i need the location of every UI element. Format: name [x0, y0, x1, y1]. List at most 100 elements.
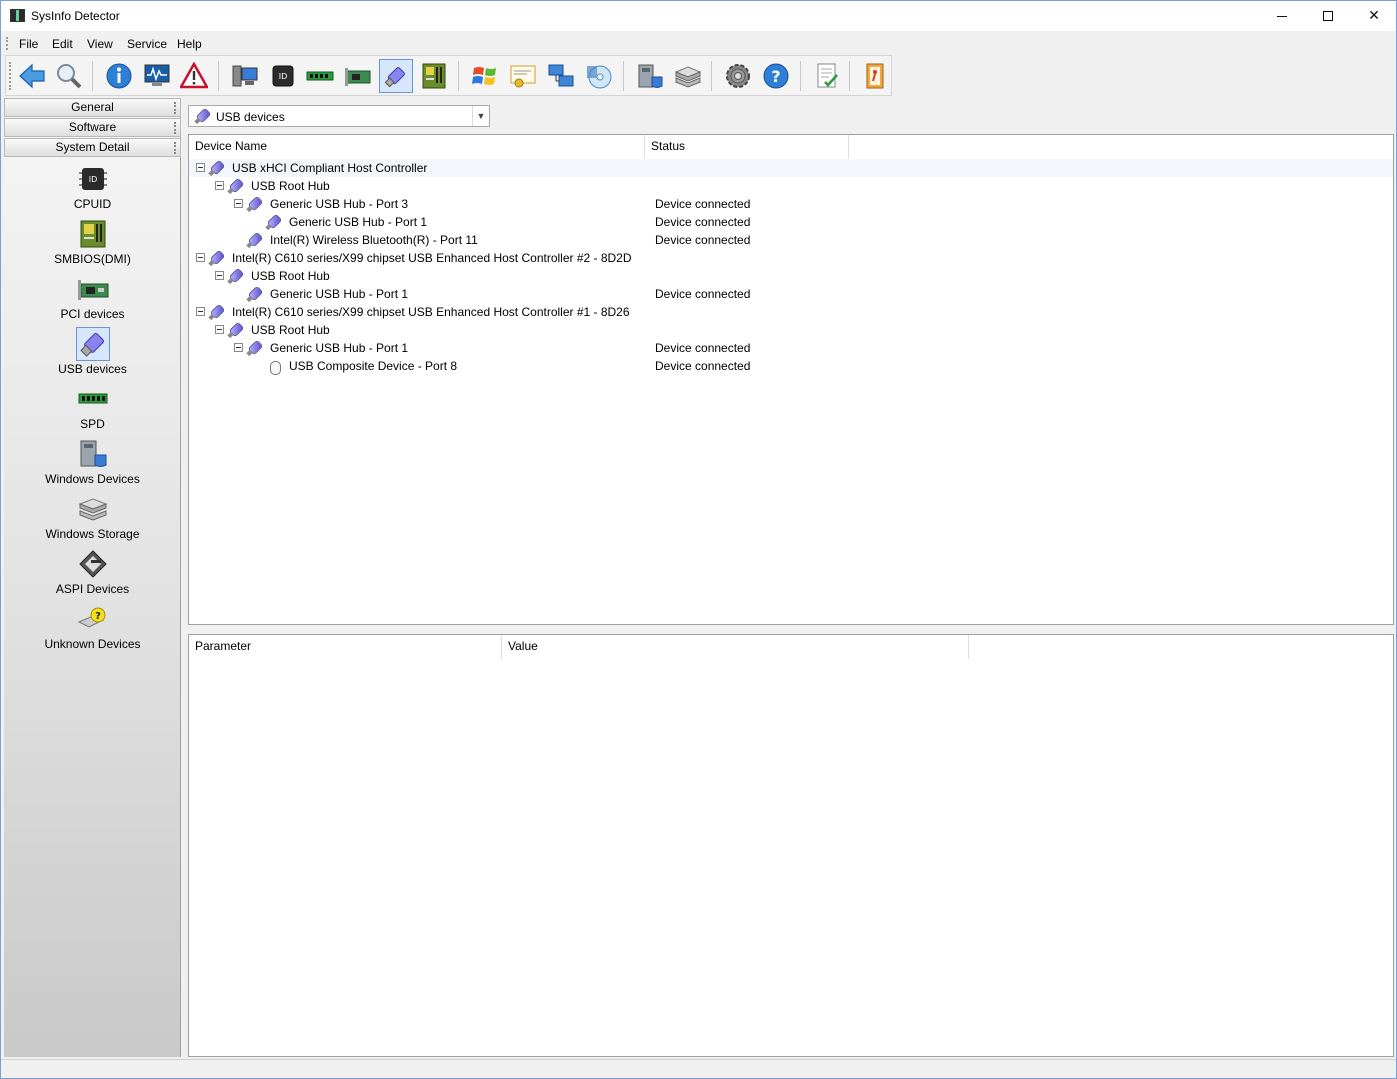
column-header-status[interactable]: Status [645, 135, 849, 159]
motherboard-button[interactable] [417, 59, 451, 93]
menu-view[interactable]: View [87, 37, 113, 51]
column-header-device-name[interactable]: Device Name [189, 135, 645, 159]
collapse-toggle-icon[interactable] [196, 253, 205, 262]
table-row[interactable]: USB Root Hub [189, 321, 1393, 339]
sidebar-item-label: Windows Devices [45, 472, 140, 486]
sidebar-item-label: SPD [80, 417, 105, 431]
device-category-select[interactable]: USB devices ▼ [188, 105, 490, 127]
toolbar-separator [92, 61, 93, 91]
certificate-button[interactable] [506, 59, 540, 93]
device-status: Device connected [655, 359, 751, 373]
sidebar-section-general[interactable]: General [4, 98, 181, 117]
disc-button[interactable] [582, 59, 616, 93]
memory-button[interactable] [303, 59, 337, 93]
info-button[interactable] [102, 59, 136, 93]
monitor-graph-icon [144, 64, 170, 86]
table-row[interactable]: USB Root Hub [189, 267, 1393, 285]
memory-module-icon [306, 71, 334, 81]
maximize-button[interactable] [1305, 1, 1351, 31]
usb-icon [247, 232, 263, 248]
parameter-table: Parameter Value [188, 634, 1394, 1057]
collapse-toggle-icon[interactable] [234, 343, 243, 352]
menu-help[interactable]: Help [177, 37, 202, 51]
device-category-value: USB devices [216, 110, 285, 124]
menu-grip[interactable] [6, 37, 8, 50]
toolbar-separator [711, 61, 712, 91]
monitor-button[interactable] [140, 59, 174, 93]
panel-splitter[interactable] [188, 626, 1394, 632]
device-name: Intel(R) C610 series/X99 chipset USB Enh… [232, 251, 632, 265]
sidebar-item-cpuid[interactable]: ID CPUID [4, 162, 181, 217]
usb-button[interactable] [379, 59, 413, 93]
minimize-button[interactable] [1259, 1, 1305, 31]
column-header-value[interactable]: Value [502, 635, 969, 659]
section-grip [174, 142, 176, 154]
back-arrow-icon [19, 63, 45, 89]
main-window: SysInfo Detector ✕ File Edit View Servic… [0, 0, 1397, 1079]
collapse-toggle-icon[interactable] [215, 181, 224, 190]
windows-devices-button[interactable] [633, 59, 667, 93]
collapse-toggle-icon[interactable] [215, 325, 224, 334]
cpuid-button[interactable]: ID [266, 59, 300, 93]
pci-button[interactable] [341, 59, 375, 93]
sidebar-item-aspi-devices[interactable]: ASPI Devices [4, 547, 181, 602]
table-row[interactable]: Generic USB Hub - Port 1 Device connected [189, 339, 1393, 357]
windows-button[interactable] [468, 59, 502, 93]
table-row[interactable]: USB Root Hub [189, 177, 1393, 195]
network-button[interactable] [544, 59, 578, 93]
magnifier-icon [57, 64, 82, 89]
table-row[interactable]: Intel(R) C610 series/X99 chipset USB Enh… [189, 303, 1393, 321]
search-button[interactable] [52, 59, 86, 93]
menu-edit[interactable]: Edit [52, 37, 73, 51]
sidebar-item-smbios[interactable]: SMBIOS(DMI) [4, 217, 181, 272]
warning-button[interactable] [177, 59, 211, 93]
sidebar-section-system-detail[interactable]: System Detail [4, 138, 181, 157]
table-row[interactable]: Generic USB Hub - Port 1 Device connected [189, 285, 1393, 303]
column-header-parameter[interactable]: Parameter [189, 635, 502, 659]
back-button[interactable] [15, 59, 49, 93]
storage-button[interactable] [671, 59, 705, 93]
chevron-down-icon[interactable]: ▼ [472, 106, 489, 126]
usb-icon [228, 178, 244, 194]
device-name: Generic USB Hub - Port 1 [270, 287, 409, 301]
collapse-toggle-icon[interactable] [196, 307, 205, 316]
device-name: Generic USB Hub - Port 1 [270, 341, 409, 355]
help-button[interactable]: ? [759, 59, 793, 93]
sidebar-item-spd[interactable]: SPD [4, 382, 181, 437]
info-icon [106, 63, 132, 89]
computer-button[interactable] [228, 59, 262, 93]
collapse-toggle-icon[interactable] [196, 163, 205, 172]
device-status: Device connected [655, 341, 751, 355]
settings-button[interactable] [721, 59, 755, 93]
menu-bar: File Edit View Service Help [1, 31, 1396, 55]
table-row[interactable]: Intel(R) Wireless Bluetooth(R) - Port 11… [189, 231, 1393, 249]
unknown-devices-icon: ? [77, 607, 105, 628]
exit-button[interactable] [858, 59, 892, 93]
sidebar-item-windows-devices[interactable]: Windows Devices [4, 437, 181, 492]
toolbar-grip[interactable] [9, 62, 11, 90]
smbios-icon [80, 220, 105, 248]
sidebar-item-windows-storage[interactable]: Windows Storage [4, 492, 181, 547]
sidebar-item-usb-devices[interactable]: USB devices [4, 327, 181, 382]
cpuid-icon: ID [78, 168, 107, 190]
collapse-toggle-icon[interactable] [234, 199, 243, 208]
sidebar-section-software[interactable]: Software [4, 118, 181, 137]
report-button[interactable] [810, 59, 844, 93]
table-row[interactable]: Generic USB Hub - Port 3 Device connected [189, 195, 1393, 213]
svg-text:?: ? [95, 611, 101, 622]
table-row[interactable]: USB Composite Device - Port 8 Device conn… [189, 357, 1393, 375]
table-row[interactable]: Generic USB Hub - Port 1 Device connected [189, 213, 1393, 231]
sidebar-item-pci-devices[interactable]: PCI devices [4, 272, 181, 327]
table-row[interactable]: Intel(R) C610 series/X99 chipset USB Enh… [189, 249, 1393, 267]
device-name: USB Root Hub [251, 179, 330, 193]
menu-service[interactable]: Service [127, 37, 167, 51]
certificate-icon [510, 65, 536, 88]
close-button[interactable]: ✕ [1351, 1, 1397, 31]
collapse-toggle-icon[interactable] [215, 271, 224, 280]
sidebar-item-unknown-devices[interactable]: ? Unknown Devices [4, 602, 181, 657]
usb-icon [247, 196, 263, 212]
sidebar-item-label: PCI devices [60, 307, 125, 321]
sidebar-item-label: SMBIOS(DMI) [54, 252, 131, 266]
table-row[interactable]: USB xHCI Compliant Host Controller [189, 159, 1393, 177]
menu-file[interactable]: File [19, 37, 38, 51]
